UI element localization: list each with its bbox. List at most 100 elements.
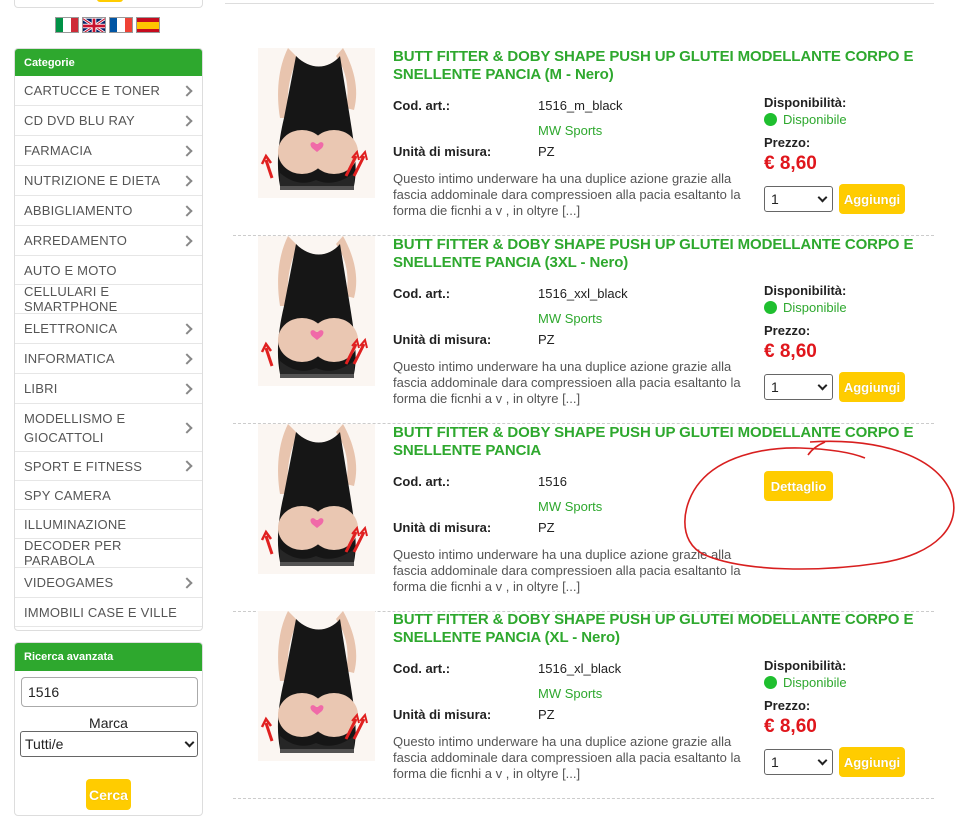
category-label: IMMOBILI CASE E VILLE <box>24 604 178 620</box>
product-image[interactable] <box>258 236 375 386</box>
add-to-cart-button[interactable]: Aggiungi <box>839 372 905 402</box>
available-dot-icon <box>764 301 777 314</box>
quantity-select[interactable]: 1 <box>764 749 833 775</box>
product-card: BUTT FITTER & DOBY SHAPE PUSH UP GLUTEI … <box>233 611 934 799</box>
product-description: Questo intimo underware ha una duplice a… <box>393 359 741 406</box>
product-description: Questo intimo underware ha una duplice a… <box>393 171 741 218</box>
product-image[interactable] <box>258 611 375 761</box>
add-to-cart-button[interactable]: Aggiungi <box>839 184 905 214</box>
brand-label: Marca <box>89 715 128 731</box>
code-label: Cod. art.: <box>393 661 451 676</box>
search-button[interactable]: Cerca <box>86 779 131 810</box>
unit-label: Unità di misura: <box>393 520 492 535</box>
product-card: BUTT FITTER & DOBY SHAPE PUSH UP GLUTEI … <box>233 236 934 424</box>
chevron-right-icon <box>183 116 193 126</box>
chevron-right-icon <box>183 578 193 588</box>
sidebar-item-category[interactable]: INFORMATICA <box>15 344 202 374</box>
availability-status: Disponibile <box>764 112 847 127</box>
unit-label: Unità di misura: <box>393 144 492 159</box>
product-unit: PZ <box>538 707 555 722</box>
category-label: DECODER PER PARABOLA <box>24 538 122 568</box>
add-to-cart-button[interactable]: Aggiungi <box>839 747 905 777</box>
sidebar-item-category[interactable]: SPORT E FITNESS <box>15 452 202 481</box>
product-price: € 8,60 <box>764 341 817 362</box>
flag-france-icon[interactable] <box>109 17 133 33</box>
product-price: € 8,60 <box>764 716 817 737</box>
product-title[interactable]: BUTT FITTER & DOBY SHAPE PUSH UP GLUTEI … <box>393 236 923 272</box>
product-brand[interactable]: MW Sports <box>538 123 602 138</box>
available-dot-icon <box>764 676 777 689</box>
category-label: AUTO E MOTO <box>24 262 117 278</box>
sidebar-item-category[interactable]: CARTUCCE E TONER <box>15 76 202 106</box>
chevron-right-icon <box>183 423 193 433</box>
product-description: Questo intimo underware ha una duplice a… <box>393 734 741 781</box>
brand-select[interactable]: Tutti/e <box>20 731 198 757</box>
code-label: Cod. art.: <box>393 474 451 489</box>
flag-italy-icon[interactable] <box>55 17 79 33</box>
product-title[interactable]: BUTT FITTER & DOBY SHAPE PUSH UP GLUTEI … <box>393 611 923 647</box>
availability-text: Disponibile <box>783 675 847 690</box>
detail-button[interactable]: Dettaglio <box>764 471 833 501</box>
quantity-value: 1 <box>771 754 779 770</box>
product-title[interactable]: BUTT FITTER & DOBY SHAPE PUSH UP GLUTEI … <box>393 48 923 84</box>
price-label: Prezzo: <box>764 135 811 150</box>
chevron-down-icon <box>817 192 828 202</box>
sidebar-item-category[interactable]: ARREDAMENTO <box>15 226 202 256</box>
main-top-border <box>225 0 934 4</box>
language-flags <box>55 17 160 33</box>
sidebar-item-category[interactable]: SPY CAMERA <box>15 481 202 510</box>
category-label: FARMACIA <box>24 143 93 158</box>
product-brand[interactable]: MW Sports <box>538 686 602 701</box>
sidebar-item-category[interactable]: LIBRI <box>15 374 202 404</box>
quantity-select[interactable]: 1 <box>764 186 833 212</box>
availability-text: Disponibile <box>783 112 847 127</box>
category-label: INFORMATICA <box>24 351 115 366</box>
product-image[interactable] <box>258 424 375 574</box>
sidebar-item-category[interactable]: ABBIGLIAMENTO <box>15 196 202 226</box>
sidebar-item-category[interactable]: CD DVD BLU RAY <box>15 106 202 136</box>
product-card: BUTT FITTER & DOBY SHAPE PUSH UP GLUTEI … <box>233 424 934 612</box>
chevron-right-icon <box>183 324 193 334</box>
flag-spain-icon[interactable] <box>136 17 160 33</box>
quantity-value: 1 <box>771 191 779 207</box>
category-label: ABBIGLIAMENTO <box>24 203 133 218</box>
sidebar-item-category[interactable]: ELETTRONICA <box>15 314 202 344</box>
product-price: € 8,60 <box>764 153 817 174</box>
sidebar-item-category[interactable]: DECODER PER PARABOLA <box>15 538 202 568</box>
sidebar-item-category[interactable]: CELLULARI E SMARTPHONE <box>15 284 202 314</box>
chevron-right-icon <box>183 206 193 216</box>
advanced-search-title: Ricerca avanzata <box>15 643 202 671</box>
chevron-right-icon <box>183 86 193 96</box>
advanced-search-panel: Ricerca avanzata Marca Tutti/e Cerca <box>14 642 203 816</box>
product-image[interactable] <box>258 48 375 198</box>
sidebar-item-category[interactable]: NUTRIZIONE E DIETA <box>15 166 202 196</box>
product-code: 1516_xl_black <box>538 661 622 676</box>
chevron-right-icon <box>183 461 193 471</box>
availability-label: Disponibilità: <box>764 283 847 298</box>
product-code: 1516 <box>538 474 567 489</box>
product-unit: PZ <box>538 520 555 535</box>
category-label: CD DVD BLU RAY <box>24 113 135 128</box>
chevron-down-icon <box>817 755 828 765</box>
product-title[interactable]: BUTT FITTER & DOBY SHAPE PUSH UP GLUTEI … <box>393 424 923 460</box>
product-brand[interactable]: MW Sports <box>538 311 602 326</box>
sidebar-item-category[interactable]: ILLUMINAZIONE <box>15 510 202 539</box>
code-label: Cod. art.: <box>393 98 451 113</box>
availability-status: Disponibile <box>764 675 847 690</box>
product-code: 1516_xxl_black <box>538 286 628 301</box>
quantity-select[interactable]: 1 <box>764 374 833 400</box>
product-brand[interactable]: MW Sports <box>538 499 602 514</box>
sidebar-item-category[interactable]: IMMOBILI CASE E VILLE <box>15 598 202 627</box>
flag-uk-icon[interactable] <box>82 17 106 33</box>
categories-title: Categorie <box>15 49 202 76</box>
sidebar-item-category[interactable]: FARMACIA <box>15 136 202 166</box>
chevron-right-icon <box>183 236 193 246</box>
search-input[interactable] <box>21 677 198 707</box>
availability-label: Disponibilità: <box>764 658 847 673</box>
quantity-value: 1 <box>771 379 779 395</box>
sidebar-item-category[interactable]: AUTO E MOTO <box>15 256 202 285</box>
chevron-down-icon <box>184 737 195 747</box>
sidebar-item-category[interactable]: VIDEOGAMES <box>15 568 202 598</box>
availability-status: Disponibile <box>764 300 847 315</box>
sidebar-item-category[interactable]: MODELLISMO E GIOCATTOLI <box>15 404 202 452</box>
